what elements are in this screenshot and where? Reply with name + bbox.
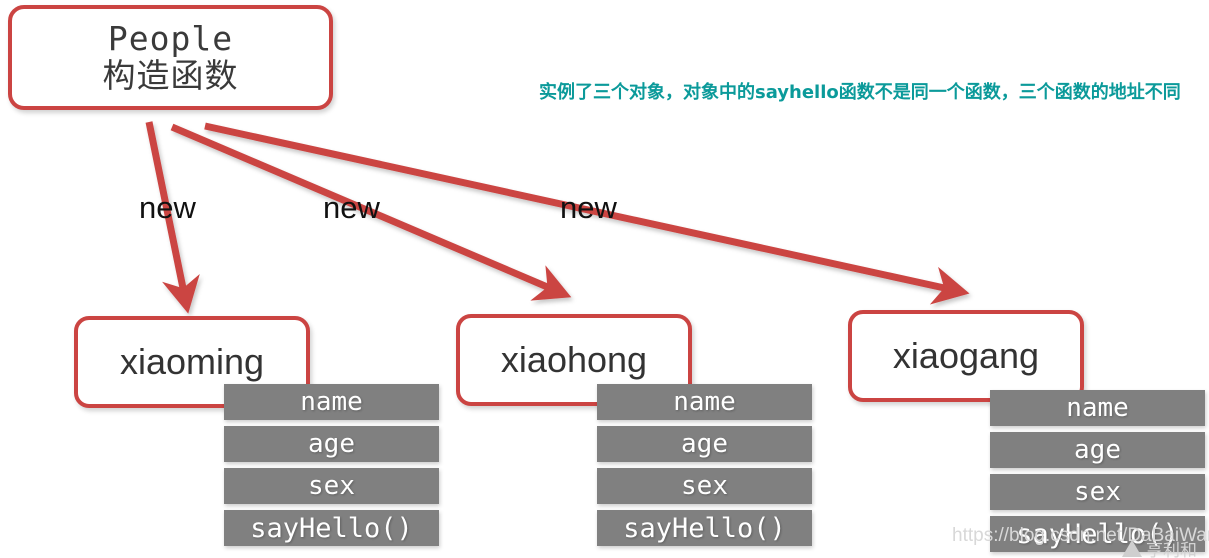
edge-label-new-1: new [139, 190, 196, 225]
property-row: name [990, 390, 1205, 426]
instance-box-xiaogang: xiaogang [848, 310, 1084, 402]
property-stack-xiaohong: name age sex sayHello() [597, 384, 812, 552]
watermark-logo-text: 亨利和 [1146, 541, 1197, 558]
instance-label-xiaogang: xiaogang [892, 334, 1040, 376]
property-row: age [990, 432, 1205, 468]
edge-label-new-3: new [560, 190, 617, 225]
instance-label-xiaohong: xiaohong [500, 338, 648, 380]
instance-label-xiaoming: xiaoming [119, 340, 265, 382]
watermark-triangle-icon [1122, 540, 1142, 557]
diagram-canvas: People 构造函数 实例了三个对象，对象中的sayhello函数不是同一个函… [0, 0, 1209, 558]
property-row: sayHello() [224, 510, 439, 546]
property-stack-xiaoming: name age sex sayHello() [224, 384, 439, 552]
annotation-text: 实例了三个对象，对象中的sayhello函数不是同一个函数，三个函数的地址不同 [539, 82, 1181, 103]
property-row: sex [597, 468, 812, 504]
watermark-logo: 亨利和 [1122, 536, 1197, 558]
property-row: name [597, 384, 812, 420]
people-box-line1: People [107, 18, 234, 58]
property-row: sayHello() [597, 510, 812, 546]
property-row: sex [224, 468, 439, 504]
property-row: age [224, 426, 439, 462]
people-box-line2: 构造函数 [102, 55, 239, 95]
property-row: age [597, 426, 812, 462]
edge-label-new-2: new [323, 190, 380, 225]
people-constructor-box: People 构造函数 [8, 5, 333, 110]
property-row: sex [990, 474, 1205, 510]
property-row: name [224, 384, 439, 420]
